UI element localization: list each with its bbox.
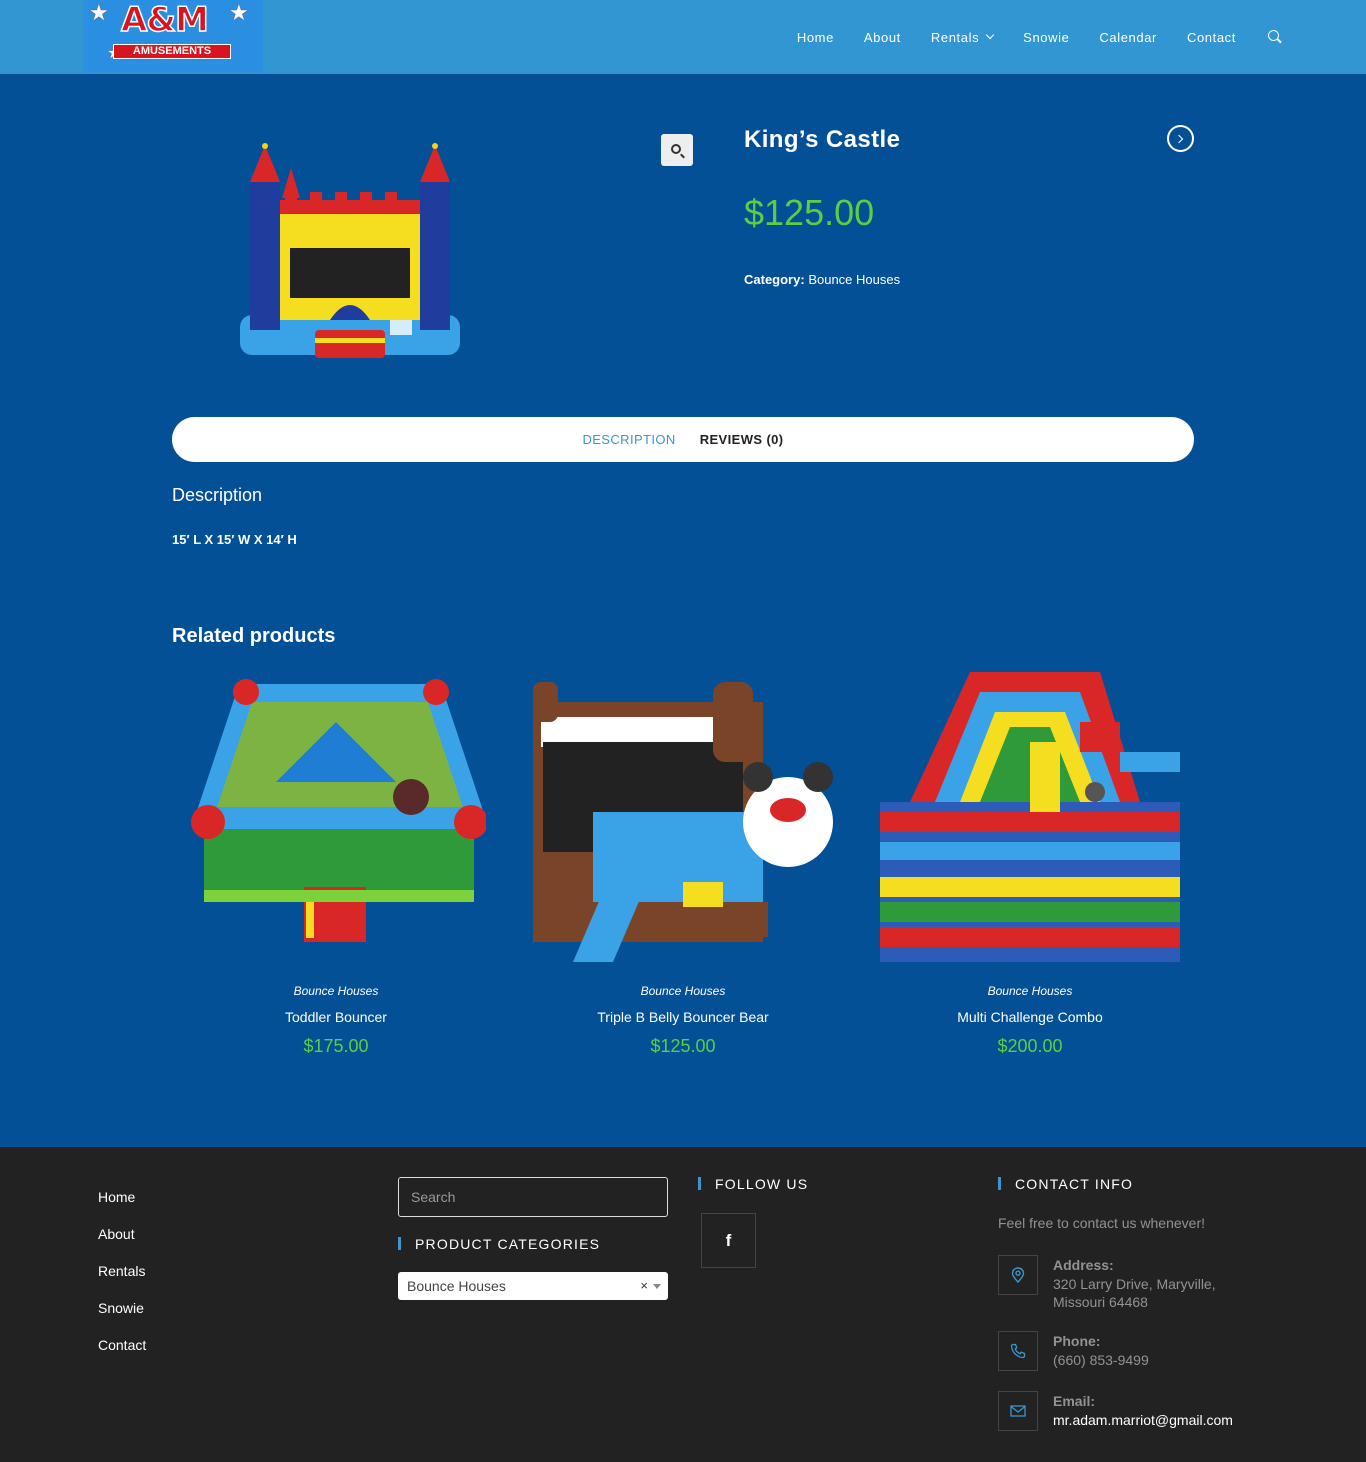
bear-bouncer-illustration [533,682,833,962]
product-categories-select[interactable]: Bounce Houses × [398,1272,668,1300]
email-link[interactable]: mr.adam.marriot@gmail.com [1053,1411,1313,1429]
product-category: Category: Bounce Houses [744,272,900,287]
related-product-card[interactable]: Bounce Houses Triple B Belly Bouncer Bea… [533,662,833,1057]
tab-reviews[interactable]: REVIEWS (0) [700,432,784,447]
nav-home[interactable]: Home [797,30,834,45]
description-heading: Description [172,485,263,505]
related-product-price: $175.00 [303,1036,369,1056]
clear-icon[interactable]: × [640,1272,648,1300]
related-product-card[interactable]: Bounce Houses Multi Challenge Combo $200… [880,662,1180,1057]
combo-bouncer-illustration [880,672,1180,962]
description-text: 15′ L X 15′ W X 14′ H [172,532,297,547]
nav-rentals-label: Rentals [930,29,980,45]
facebook-icon[interactable]: f [701,1213,756,1268]
footer-nav-about[interactable]: About [98,1226,146,1242]
nav-contact[interactable]: Contact [1187,30,1236,45]
chevron-down-icon [985,30,995,40]
contact-intro: Feel free to contact us whenever! [998,1215,1205,1231]
email-label: Email: [1053,1393,1096,1409]
envelope-icon [998,1391,1038,1431]
chevron-right-circle-icon[interactable] [1167,125,1194,152]
related-product-card[interactable]: Bounce Houses Toddler Bouncer $175.00 [186,662,488,1057]
related-product-category[interactable]: Bounce Houses [186,984,486,998]
product-thumbnail[interactable] [880,662,1180,967]
related-product-category[interactable]: Bounce Houses [533,984,833,998]
phone-label: Phone: [1053,1333,1101,1349]
product-title: King’s Castle [744,126,901,153]
logo-ribbon-text: AMUSEMENTS [113,44,231,59]
category-link[interactable]: Bounce Houses [808,272,900,287]
map-pin-icon [998,1255,1038,1295]
star-icon: ★ [229,0,249,25]
footer-nav-snowie[interactable]: Snowie [98,1300,146,1316]
product-image[interactable] [230,140,470,370]
related-product-name[interactable]: Triple B Belly Bouncer Bear [533,1009,833,1025]
search-icon[interactable] [1268,30,1282,44]
related-product-price: $125.00 [650,1036,716,1056]
logo-brand-text: A&M [120,0,209,40]
main-nav: Home About Rentals Snowie Calendar Conta… [767,0,1282,74]
nav-rentals[interactable]: Rentals [930,29,995,45]
product-tabs: DESCRIPTION REVIEWS (0) [172,417,1194,462]
footer-nav-contact[interactable]: Contact [98,1337,146,1353]
footer-nav: Home About Rentals Snowie Contact [98,1189,146,1374]
zoom-button[interactable] [661,134,693,166]
bounce-castle-illustration [240,143,460,358]
toddler-bouncer-illustration [191,679,488,942]
magnifier-icon [670,143,681,154]
dropdown-caret-icon [653,1284,661,1289]
nav-calendar[interactable]: Calendar [1099,30,1157,45]
related-product-name[interactable]: Multi Challenge Combo [880,1009,1180,1025]
site-footer: Home About Rentals Snowie Contact Search… [0,1147,1366,1462]
site-header: ★ ★ ★ ★ A&M AMUSEMENTS Home About Rental… [0,0,1366,74]
tab-description[interactable]: DESCRIPTION [582,432,675,447]
product-price: $125.00 [744,192,875,233]
selected-category: Bounce Houses [407,1278,506,1294]
nav-about[interactable]: About [864,30,901,45]
related-product-category[interactable]: Bounce Houses [880,984,1180,998]
star-icon: ★ [89,0,109,25]
product-categories-title: PRODUCT CATEGORIES [398,1236,600,1252]
footer-search-input[interactable]: Search [398,1177,668,1217]
contact-info-title: CONTACT INFO [998,1176,1133,1192]
address-value: 320 Larry Drive, Maryville, Missouri 644… [1053,1276,1216,1310]
related-product-price: $200.00 [997,1036,1063,1056]
phone-value[interactable]: (660) 853-9499 [1053,1351,1253,1369]
footer-nav-home[interactable]: Home [98,1189,146,1205]
category-label: Category: [744,272,805,287]
product-thumbnail[interactable] [533,662,833,967]
address-label: Address: [1053,1257,1114,1273]
footer-nav-rentals[interactable]: Rentals [98,1263,146,1279]
follow-us-title: FOLLOW US [698,1176,808,1192]
site-logo[interactable]: ★ ★ ★ ★ A&M AMUSEMENTS [83,0,263,72]
related-products-heading: Related products [172,625,336,647]
nav-snowie[interactable]: Snowie [1023,30,1069,45]
product-thumbnail[interactable] [186,662,488,967]
phone-icon [998,1331,1038,1371]
related-product-name[interactable]: Toddler Bouncer [186,1009,486,1025]
